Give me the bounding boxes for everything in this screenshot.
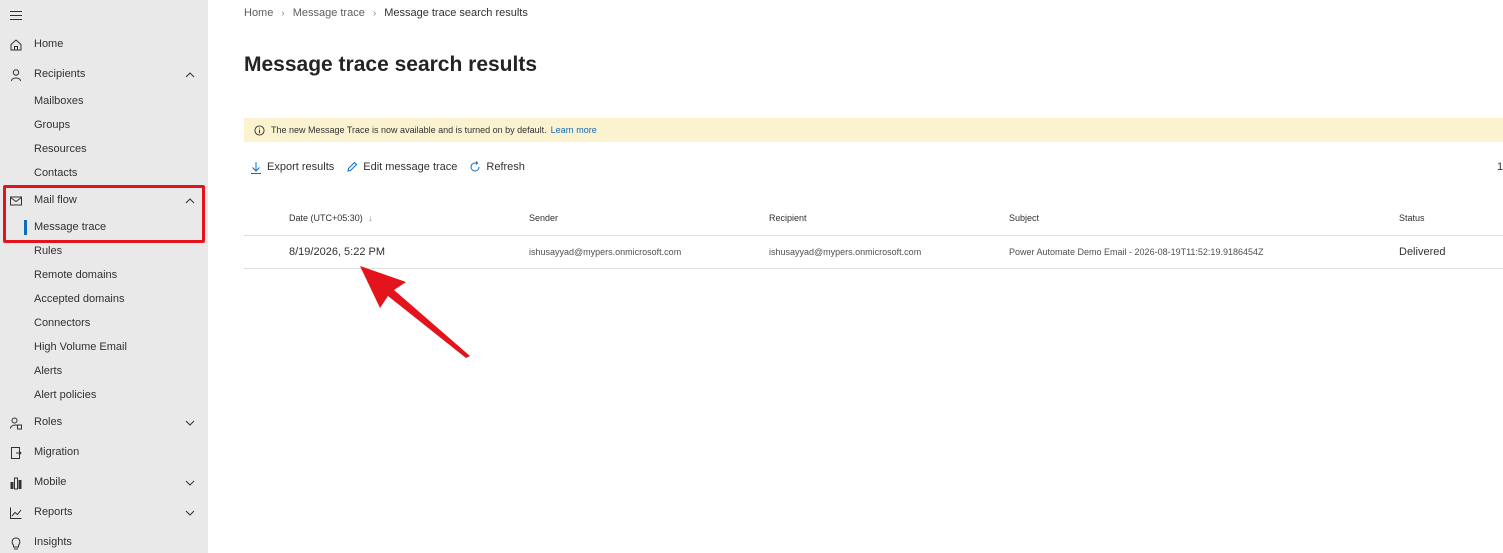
- download-icon: [251, 161, 261, 174]
- info-banner: The new Message Trace is now available a…: [244, 118, 1503, 142]
- nav-reports-label: Reports: [34, 506, 73, 518]
- chevron-down-icon[interactable]: [184, 507, 196, 519]
- nav-migration-label: Migration: [34, 446, 80, 458]
- hamburger-menu-icon[interactable]: [10, 11, 22, 20]
- column-header-sender[interactable]: Sender: [529, 213, 558, 223]
- column-header-status[interactable]: Status: [1399, 213, 1425, 223]
- nav-recipients[interactable]: Recipients: [0, 63, 208, 87]
- chevron-right-icon: ›: [372, 7, 377, 19]
- nav-home-label: Home: [34, 38, 64, 50]
- sort-descending-icon: ↓: [368, 213, 373, 223]
- nav-groups-label: Groups: [34, 119, 71, 131]
- person-icon: [11, 69, 21, 82]
- nav-rules[interactable]: Rules: [0, 241, 208, 263]
- nav-roles[interactable]: Roles: [0, 411, 208, 435]
- export-results-button[interactable]: Export results: [250, 161, 334, 174]
- nav-accepted-domains-label: Accepted domains: [34, 293, 125, 305]
- nav-groups[interactable]: Groups: [0, 115, 208, 137]
- nav-mailboxes[interactable]: Mailboxes: [0, 91, 208, 113]
- pencil-icon: [347, 161, 358, 172]
- refresh-button[interactable]: Refresh: [469, 161, 525, 173]
- nav-resources-label: Resources: [34, 143, 87, 155]
- nav-recipients-label: Recipients: [34, 68, 86, 80]
- nav-mailboxes-label: Mailboxes: [34, 95, 84, 107]
- nav-alerts[interactable]: Alerts: [0, 361, 208, 383]
- chevron-right-icon: ›: [281, 7, 285, 19]
- cell-subject: Power Automate Demo Email - 2026-08-19T1…: [1009, 247, 1264, 257]
- annotation-arrow-icon: [360, 266, 470, 358]
- banner-text: The new Message Trace is now available a…: [271, 125, 547, 135]
- edit-message-trace-label: Edit message trace: [363, 161, 458, 173]
- chevron-up-icon[interactable]: [184, 69, 196, 81]
- reports-icon: [10, 507, 22, 519]
- nav-contacts-label: Contacts: [34, 167, 78, 179]
- breadcrumb-home[interactable]: Home: [244, 7, 273, 19]
- nav-remote-domains-label: Remote domains: [34, 269, 118, 281]
- command-bar: Export results Edit message trace Refres…: [244, 155, 537, 179]
- cell-status: Delivered: [1399, 246, 1446, 258]
- nav-high-volume-email[interactable]: High Volume Email: [0, 337, 208, 359]
- home-icon: [10, 39, 22, 51]
- nav-insights-label: Insights: [34, 536, 72, 548]
- chevron-down-icon[interactable]: [184, 417, 196, 429]
- breadcrumb: Home › Message trace › Message trace sea…: [244, 7, 528, 19]
- nav-reports[interactable]: Reports: [0, 501, 208, 525]
- refresh-label: Refresh: [486, 161, 525, 173]
- nav-alert-policies-label: Alert policies: [34, 389, 97, 401]
- left-navigation: Home Recipients Mailboxes Groups Resourc…: [0, 0, 208, 553]
- nav-high-volume-email-label: High Volume Email: [34, 341, 127, 353]
- cell-recipient: ishusayyad@mypers.onmicrosoft.com: [769, 247, 922, 257]
- nav-remote-domains[interactable]: Remote domains: [0, 265, 208, 287]
- nav-roles-label: Roles: [34, 416, 63, 428]
- breadcrumb-message-trace[interactable]: Message trace: [293, 7, 365, 19]
- cell-date: 8/19/2026, 5:22 PM: [289, 246, 386, 258]
- mobile-icon: [10, 477, 22, 490]
- refresh-icon: [470, 161, 480, 172]
- results-count: 1: [1497, 161, 1503, 173]
- nav-home[interactable]: Home: [0, 33, 208, 57]
- column-header-recipient[interactable]: Recipient: [769, 213, 807, 223]
- chevron-down-icon[interactable]: [184, 477, 196, 489]
- nav-insights[interactable]: Insights: [0, 531, 208, 553]
- annotation-highlight-box: [3, 185, 205, 243]
- column-header-date-label: Date (UTC+05:30): [289, 213, 363, 223]
- nav-resources[interactable]: Resources: [0, 139, 208, 161]
- migration-icon: [11, 447, 22, 459]
- nav-alerts-label: Alerts: [34, 365, 63, 377]
- nav-mobile-label: Mobile: [34, 476, 67, 488]
- info-icon: [254, 124, 265, 136]
- column-header-date[interactable]: Date (UTC+05:30) ↓: [289, 213, 373, 223]
- breadcrumb-current: Message trace search results: [384, 7, 528, 19]
- lightbulb-icon: [11, 537, 21, 550]
- nav-accepted-domains[interactable]: Accepted domains: [0, 289, 208, 311]
- edit-message-trace-button[interactable]: Edit message trace: [346, 161, 457, 173]
- nav-rules-label: Rules: [34, 245, 63, 257]
- nav-contacts[interactable]: Contacts: [0, 163, 208, 185]
- nav-alert-policies[interactable]: Alert policies: [0, 385, 208, 407]
- roles-icon: [10, 417, 22, 430]
- learn-more-link[interactable]: Learn more: [551, 125, 597, 135]
- nav-mobile[interactable]: Mobile: [0, 471, 208, 495]
- nav-connectors[interactable]: Connectors: [0, 313, 208, 335]
- column-header-subject[interactable]: Subject: [1009, 213, 1039, 223]
- nav-connectors-label: Connectors: [34, 317, 91, 329]
- nav-migration[interactable]: Migration: [0, 441, 208, 465]
- page-title: Message trace search results: [244, 53, 538, 76]
- header-divider: [244, 235, 1503, 236]
- cell-sender: ishusayyad@mypers.onmicrosoft.com: [529, 247, 682, 257]
- export-results-label: Export results: [267, 161, 335, 173]
